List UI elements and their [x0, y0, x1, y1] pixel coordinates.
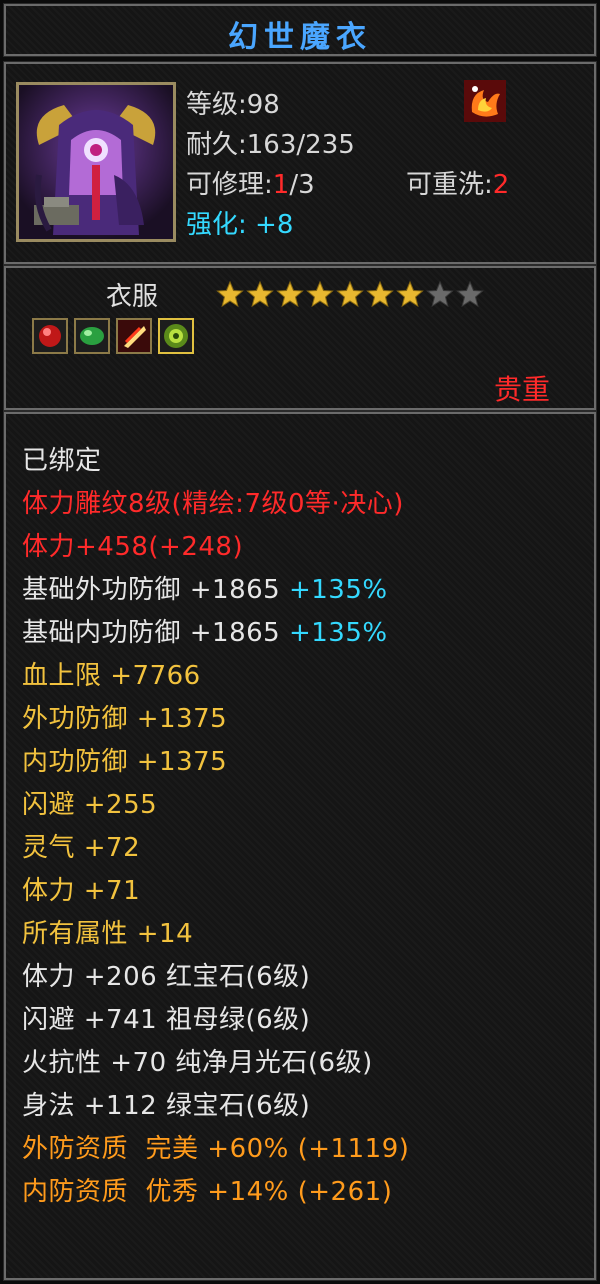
- repair-row: 可修理:1/3: [186, 164, 315, 201]
- level-value: 98: [246, 90, 280, 120]
- stat-text: +135%: [288, 575, 388, 605]
- costume-armor-icon[interactable]: [16, 82, 176, 242]
- moonstone-gem-icon[interactable]: [158, 318, 194, 354]
- stat-line: 已绑定: [22, 444, 102, 478]
- stat-line: 外防资质 完美 +60% (+1119): [22, 1132, 409, 1166]
- stat-text: 基础外功防御 +1865: [22, 575, 289, 605]
- stat-line: 内防资质 优秀 +14% (+261): [22, 1175, 392, 1209]
- stat-line: 闪避 +255: [22, 788, 157, 822]
- stat-line: 体力雕纹8级(精绘:7级0等·决心): [22, 487, 404, 521]
- stat-text: 灵气 +72: [22, 833, 141, 863]
- repair-max: /3: [289, 170, 315, 200]
- stat-line: 体力+458(+248): [22, 530, 243, 564]
- repair-current: 1: [272, 170, 290, 200]
- fire-gem-icon[interactable]: [116, 318, 152, 354]
- star-filled-icon: [246, 280, 274, 308]
- enhance-value: +8: [255, 210, 294, 240]
- gem-slots: [32, 318, 194, 354]
- star-filled-icon: [396, 280, 424, 308]
- item-info-panel: 等级:98 耐久:163/235 可修理:1/3 可重洗:2 强化: +8: [3, 61, 597, 265]
- stat-text: 已绑定: [22, 446, 102, 476]
- star-empty-icon: [456, 280, 484, 308]
- repair-label: 可修理:: [186, 170, 273, 200]
- star-filled-icon: [366, 280, 394, 308]
- flame-bird-badge-icon: [464, 80, 506, 122]
- title-panel: 幻世魔衣: [3, 3, 597, 57]
- stat-text: 体力雕纹8级(精绘:7级0等·决心): [22, 489, 404, 519]
- rarity-label: 贵重: [493, 373, 550, 406]
- stat-text: 所有属性 +14: [22, 919, 194, 949]
- stat-line: 所有属性 +14: [22, 917, 193, 951]
- stat-line: 基础内功防御 +1865 +135%: [22, 616, 388, 650]
- stat-line: 身法 +112 绿宝石(6级): [22, 1089, 310, 1123]
- slot-label: 衣服: [106, 282, 159, 312]
- stat-text: 体力 +206 红宝石(6级): [22, 962, 311, 992]
- durability-label: 耐久:: [186, 130, 247, 160]
- stat-text: 外功防御 +1375: [22, 704, 228, 734]
- stat-text: 内功防御 +1375: [22, 747, 228, 777]
- slot-panel: 衣服 贵重: [3, 265, 597, 411]
- stat-text: 火抗性 +70 纯净月光石(6级): [22, 1048, 373, 1078]
- stat-text: 血上限 +7766: [22, 661, 201, 691]
- star-filled-icon: [216, 280, 244, 308]
- stat-text: 闪避 +741 祖母绿(6级): [22, 1005, 311, 1035]
- level-label: 等级:: [186, 90, 247, 120]
- stat-line: 体力 +71: [22, 874, 140, 908]
- stat-text: 身法 +112 绿宝石(6级): [22, 1091, 311, 1121]
- stat-line: 体力 +206 红宝石(6级): [22, 960, 310, 994]
- level-row: 等级:98: [186, 84, 280, 121]
- enhance-label: 强化:: [186, 210, 256, 240]
- stat-line: 内功防御 +1375: [22, 745, 227, 779]
- durability-row: 耐久:163/235: [186, 124, 355, 161]
- star-filled-icon: [336, 280, 364, 308]
- stats-panel: 已绑定体力雕纹8级(精绘:7级0等·决心) 体力+458(+248) 基础外功防御 …: [3, 411, 597, 1281]
- star-filled-icon: [276, 280, 304, 308]
- star-empty-icon: [426, 280, 454, 308]
- stat-text: 内防资质 优秀 +14% (+261): [22, 1177, 393, 1207]
- stat-text: 体力 +71: [22, 876, 141, 906]
- star-filled-icon: [306, 280, 334, 308]
- stat-line: 火抗性 +70 纯净月光石(6级): [22, 1046, 373, 1080]
- stat-line: 血上限 +7766: [22, 659, 201, 693]
- stat-text: 体力+458(+248): [22, 532, 244, 562]
- stat-line: 灵气 +72: [22, 831, 140, 865]
- rewash-label: 可重洗:: [406, 170, 493, 200]
- rewash-value: 2: [492, 170, 510, 200]
- stat-text: 基础内功防御 +1865: [22, 618, 289, 648]
- star-rating: [216, 280, 484, 308]
- stat-text: 外防资质 完美 +60% (+1119): [22, 1134, 410, 1164]
- stat-text: 闪避 +255: [22, 790, 158, 820]
- durability-value: 163/235: [246, 130, 355, 160]
- emerald-gem-icon[interactable]: [74, 318, 110, 354]
- stat-line: 基础外功防御 +1865 +135%: [22, 573, 388, 607]
- stat-line: 闪避 +741 祖母绿(6级): [22, 1003, 310, 1037]
- item-name: 幻世魔衣: [228, 20, 372, 55]
- stat-line: 外功防御 +1375: [22, 702, 227, 736]
- enhance-row: 强化: +8: [186, 204, 293, 241]
- rewash-row: 可重洗:2: [406, 164, 509, 201]
- stat-text: +135%: [288, 618, 388, 648]
- ruby-gem-icon[interactable]: [32, 318, 68, 354]
